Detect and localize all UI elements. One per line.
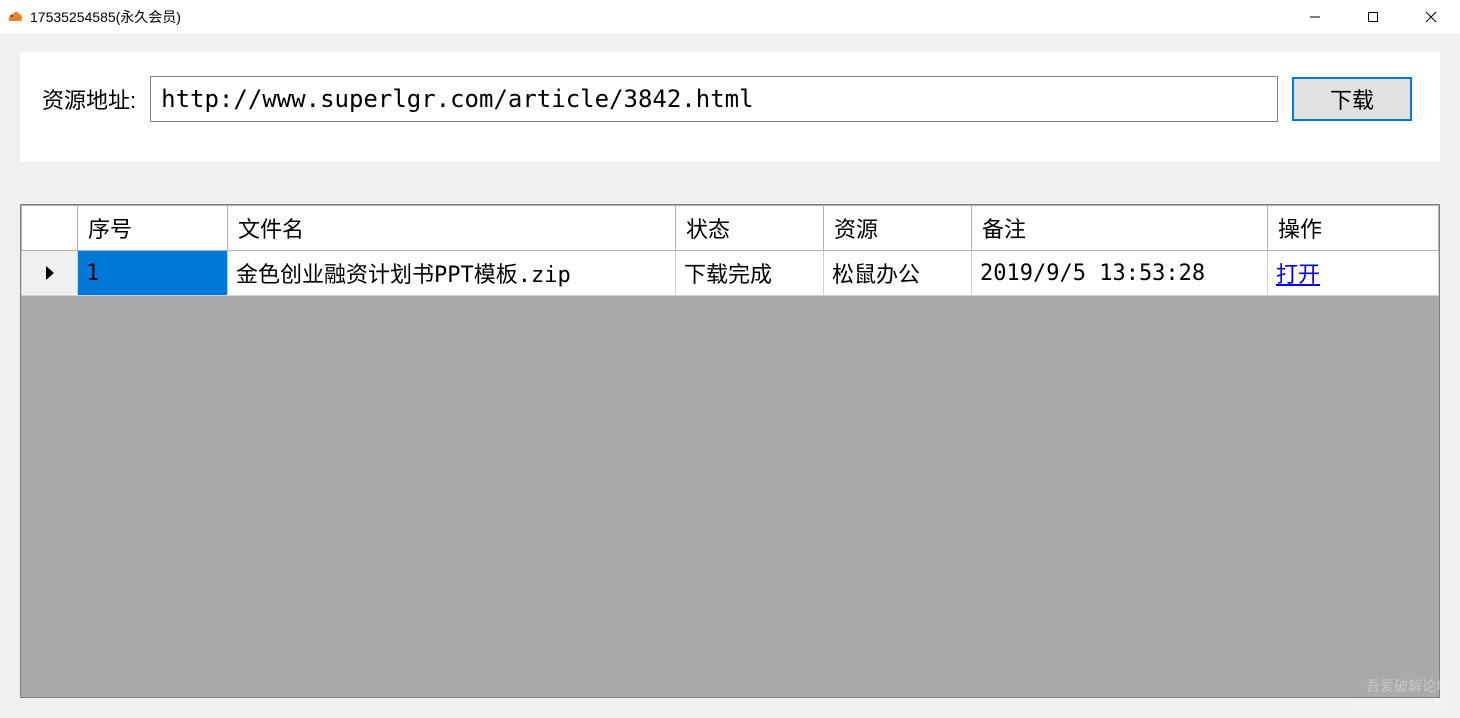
cell-source[interactable]: 松鼠办公 xyxy=(824,251,972,296)
cell-seq[interactable]: 1 xyxy=(78,251,228,296)
download-grid: 序号 文件名 状态 资源 备注 操作 1 金色创业融资计划书PPT模板.zip … xyxy=(20,204,1440,698)
col-header-remark[interactable]: 备注 xyxy=(972,206,1268,251)
grid-table: 序号 文件名 状态 资源 备注 操作 1 金色创业融资计划书PPT模板.zip … xyxy=(21,205,1439,296)
table-row[interactable]: 1 金色创业融资计划书PPT模板.zip 下载完成 松鼠办公 2019/9/5 … xyxy=(22,251,1439,296)
maximize-button[interactable] xyxy=(1344,0,1402,34)
col-header-action[interactable]: 操作 xyxy=(1268,206,1439,251)
titlebar: 17535254585(永久会员) xyxy=(0,0,1460,34)
cell-status[interactable]: 下载完成 xyxy=(676,251,824,296)
open-link[interactable]: 打开 xyxy=(1276,263,1320,288)
grid-corner xyxy=(22,206,78,251)
window-title: 17535254585(永久会员) xyxy=(30,7,1286,27)
col-header-source[interactable]: 资源 xyxy=(824,206,972,251)
minimize-button[interactable] xyxy=(1286,0,1344,34)
url-input[interactable] xyxy=(150,76,1278,122)
col-header-status[interactable]: 状态 xyxy=(676,206,824,251)
col-header-seq[interactable]: 序号 xyxy=(78,206,228,251)
app-icon xyxy=(6,8,24,26)
cell-remark[interactable]: 2019/9/5 13:53:28 xyxy=(972,251,1268,296)
window-controls xyxy=(1286,0,1460,34)
close-button[interactable] xyxy=(1402,0,1460,34)
download-button-label: 下载 xyxy=(1330,83,1374,115)
url-label: 资源地址: xyxy=(42,83,136,115)
cell-action[interactable]: 打开 xyxy=(1268,251,1439,296)
client-area: 资源地址: 下载 序号 文件名 状态 资源 备注 xyxy=(0,34,1460,718)
cell-filename[interactable]: 金色创业融资计划书PPT模板.zip xyxy=(228,251,676,296)
grid-header-row: 序号 文件名 状态 资源 备注 操作 xyxy=(22,206,1439,251)
grid-empty-area xyxy=(21,296,1439,697)
app-window: 17535254585(永久会员) 资源地址: 下载 xyxy=(0,0,1460,718)
url-panel: 资源地址: 下载 xyxy=(20,52,1440,162)
row-indicator-icon[interactable] xyxy=(22,251,78,296)
download-button[interactable]: 下载 xyxy=(1292,77,1412,121)
col-header-filename[interactable]: 文件名 xyxy=(228,206,676,251)
